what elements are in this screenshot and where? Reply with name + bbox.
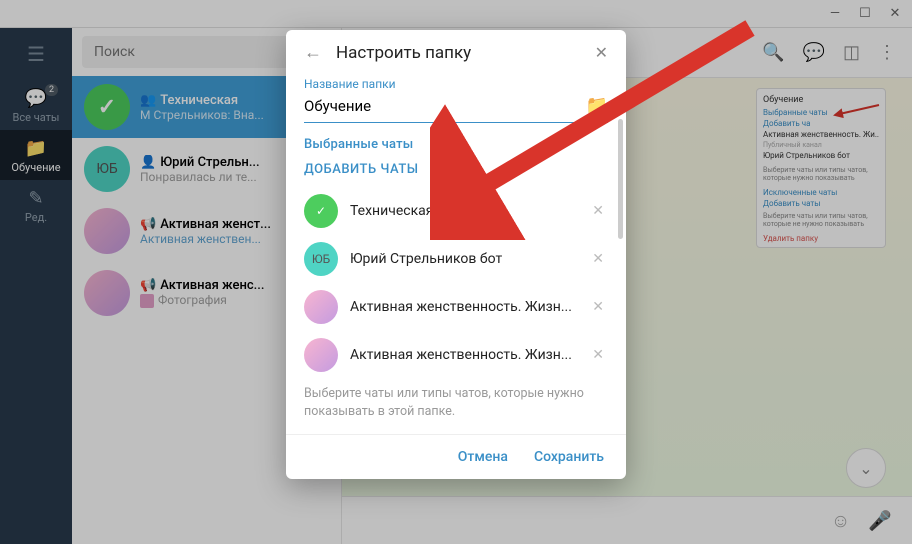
chat-name: Активная женственность. Жизн... [350, 347, 576, 363]
folder-name-input[interactable] [304, 97, 578, 115]
included-chat-row: ✓ Техническая ✕ [304, 187, 608, 235]
back-icon[interactable]: ← [304, 42, 322, 63]
close-icon[interactable]: ✕ [595, 43, 608, 62]
chat-name: Активная женственность. Жизн... [350, 299, 576, 315]
folder-settings-dialog: ← Настроить папку ✕ Название папки 📁 Выб… [286, 30, 626, 479]
avatar [304, 338, 338, 372]
chat-name: Техническая [350, 203, 576, 219]
folder-icon[interactable]: 📁 [586, 95, 608, 116]
avatar [304, 290, 338, 324]
included-chat-row: ЮБ Юрий Стрельников бот ✕ [304, 235, 608, 283]
dialog-title: Настроить папку [336, 43, 471, 63]
scrollbar[interactable] [618, 119, 623, 360]
save-button[interactable]: Сохранить [534, 449, 604, 465]
add-chats-button[interactable]: ДОБАВИТЬ ЧАТЫ [304, 162, 608, 177]
avatar: ЮБ [304, 242, 338, 276]
cancel-button[interactable]: Отмена [458, 449, 508, 465]
remove-chat-icon[interactable]: ✕ [588, 203, 608, 219]
hint-text: Выберите чаты или типы чатов, которые ну… [304, 385, 608, 420]
remove-chat-icon[interactable]: ✕ [588, 251, 608, 267]
section-selected-chats: Выбранные чаты [304, 137, 608, 152]
field-label: Название папки [304, 77, 608, 91]
included-chat-row: Активная женственность. Жизн... ✕ [304, 331, 608, 379]
included-chat-row: Активная женственность. Жизн... ✕ [304, 283, 608, 331]
remove-chat-icon[interactable]: ✕ [588, 299, 608, 315]
avatar: ✓ [304, 194, 338, 228]
chat-name: Юрий Стрельников бот [350, 251, 576, 267]
remove-chat-icon[interactable]: ✕ [588, 347, 608, 363]
modal-overlay[interactable]: ← Настроить папку ✕ Название папки 📁 Выб… [0, 0, 912, 544]
